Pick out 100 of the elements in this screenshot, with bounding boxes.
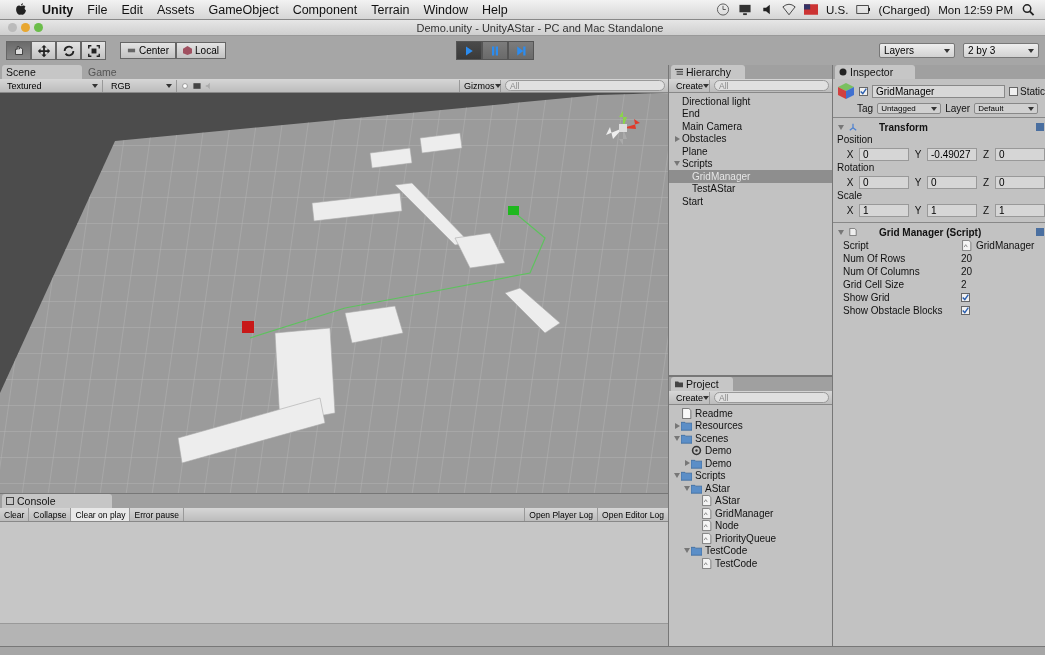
number-field[interactable]: 0 (859, 175, 909, 189)
hierarchy-item[interactable]: Directional light (669, 95, 832, 108)
cube-icon (837, 82, 855, 100)
menu-item[interactable]: File (87, 2, 108, 17)
panel-tab[interactable]: Inspector (835, 65, 915, 79)
wifi-icon[interactable] (782, 3, 797, 16)
battery-status[interactable]: (Charged) (878, 3, 931, 16)
play-button[interactable] (455, 41, 482, 60)
battery-icon[interactable] (856, 3, 871, 16)
console-toggle[interactable]: Error pause (130, 508, 184, 521)
object-name-field[interactable]: GridManager (872, 84, 1005, 98)
static-toggle[interactable]: Static (1009, 85, 1045, 97)
script-file-icon (701, 495, 712, 507)
hierarchy-item[interactable]: End (669, 107, 832, 120)
property-value[interactable]: 2 (961, 279, 967, 290)
number-field[interactable]: 1 (995, 203, 1045, 217)
list-icon (675, 68, 683, 76)
apple-logo-icon[interactable] (14, 3, 28, 16)
search-field[interactable]: All (714, 80, 829, 91)
number-field[interactable]: 0 (927, 175, 977, 189)
menu-item[interactable]: Help (481, 2, 508, 17)
step-button[interactable] (507, 41, 534, 60)
script-reference[interactable]: GridManager (961, 240, 1035, 251)
gizmos-dropdown[interactable]: Gizmos (459, 79, 501, 92)
axes-icon (849, 123, 857, 131)
panel-tab[interactable]: Hierarchy (671, 65, 745, 79)
rotate-tool-button[interactable] (56, 41, 81, 60)
asset-item[interactable]: Scripts (669, 469, 832, 482)
menu-item[interactable]: GameObject (208, 2, 279, 17)
app-menu[interactable]: Unity (42, 2, 74, 17)
clock-icon[interactable] (716, 3, 731, 16)
minimize-button[interactable] (21, 23, 30, 32)
open-log-button[interactable]: Open Editor Log (597, 508, 668, 521)
checkbox[interactable] (961, 293, 970, 302)
menu-item[interactable]: Component (292, 2, 358, 17)
pause-button[interactable] (481, 41, 508, 60)
number-field[interactable]: 0 (995, 147, 1045, 161)
menu-item[interactable]: Edit (121, 2, 143, 17)
collapse-arrow-icon[interactable] (837, 123, 845, 131)
layout-dropdown[interactable]: 2 by 3 (963, 43, 1039, 58)
property-label: Script (843, 240, 870, 251)
hierarchy-item[interactable]: TestAStar (669, 182, 832, 195)
asset-item[interactable]: Readme (669, 407, 832, 420)
input-locale[interactable]: U.S. (826, 3, 849, 16)
pivot-button[interactable]: Center (120, 42, 176, 59)
asset-item[interactable]: Demo (669, 444, 832, 457)
render-mode-dropdown[interactable]: Textured (3, 79, 103, 92)
move-tool-button[interactable] (31, 41, 56, 60)
asset-item[interactable]: Demo (669, 457, 832, 470)
menu-item[interactable]: Assets (156, 2, 195, 17)
menu-item[interactable]: Window (423, 2, 468, 17)
static-checkbox[interactable] (1009, 86, 1018, 96)
panel-tab[interactable]: Console (2, 494, 112, 508)
layer-dropdown[interactable]: Default (974, 103, 1039, 114)
number-field[interactable]: -0.49027 (927, 147, 977, 161)
number-field[interactable]: 1 (859, 203, 909, 217)
checkbox[interactable] (961, 306, 970, 315)
number-field[interactable]: 0 (995, 175, 1045, 189)
layers-dropdown[interactable]: Layers (879, 43, 955, 58)
asset-item[interactable]: Resources (669, 419, 832, 432)
asset-item[interactable]: Node (669, 519, 832, 532)
create-dropdown[interactable]: Create (672, 391, 710, 404)
tag-dropdown[interactable]: Untagged (877, 103, 942, 114)
console-toggle[interactable]: Clear on play (71, 508, 131, 521)
asset-item[interactable]: AStar (669, 482, 832, 495)
image-icon[interactable] (193, 81, 201, 90)
pivot-button[interactable]: Local (176, 42, 226, 59)
active-checkbox[interactable] (859, 86, 868, 96)
open-log-button[interactable]: Open Player Log (524, 508, 598, 521)
panel-tab[interactable]: Project (671, 377, 733, 391)
hierarchy-item[interactable]: Main Camera (669, 120, 832, 133)
console-toggle[interactable]: Clear (0, 508, 30, 521)
hierarchy-item[interactable]: Obstacles (669, 132, 832, 145)
monitor-icon[interactable] (738, 3, 753, 16)
property-value[interactable]: 20 (961, 253, 973, 264)
collapse-arrow-icon[interactable] (837, 228, 845, 236)
menu-item[interactable]: Terrain (371, 2, 410, 17)
search-field[interactable]: All (505, 80, 665, 91)
scale-tool-button[interactable] (81, 41, 106, 60)
search-icon[interactable] (1021, 3, 1035, 16)
asset-item[interactable]: PriorityQueue (669, 532, 832, 545)
view-tab[interactable]: Scene (2, 65, 82, 79)
asset-item[interactable]: TestCode (669, 544, 832, 557)
zoom-button[interactable] (34, 23, 43, 32)
hand-tool-button[interactable] (6, 41, 31, 60)
menu-clock[interactable]: Mon 12:59 PM (938, 3, 1013, 16)
number-field[interactable]: 1 (927, 203, 977, 217)
asset-item[interactable]: TestCode (669, 557, 832, 570)
hierarchy-item[interactable]: Start (669, 195, 832, 208)
speaker-icon[interactable] (205, 81, 213, 90)
asset-item[interactable]: Scenes (669, 432, 832, 445)
hierarchy-item[interactable]: Plane (669, 145, 832, 158)
channel-dropdown[interactable]: RGB (107, 79, 177, 92)
property-value[interactable]: 20 (961, 266, 973, 277)
create-dropdown[interactable]: Create (672, 79, 710, 92)
number-field[interactable]: 0 (859, 147, 909, 161)
search-field[interactable]: All (714, 392, 829, 403)
asset-item[interactable]: AStar (669, 494, 832, 507)
asset-item[interactable]: GridManager (669, 507, 832, 520)
expand-arrow-icon[interactable] (673, 134, 681, 143)
